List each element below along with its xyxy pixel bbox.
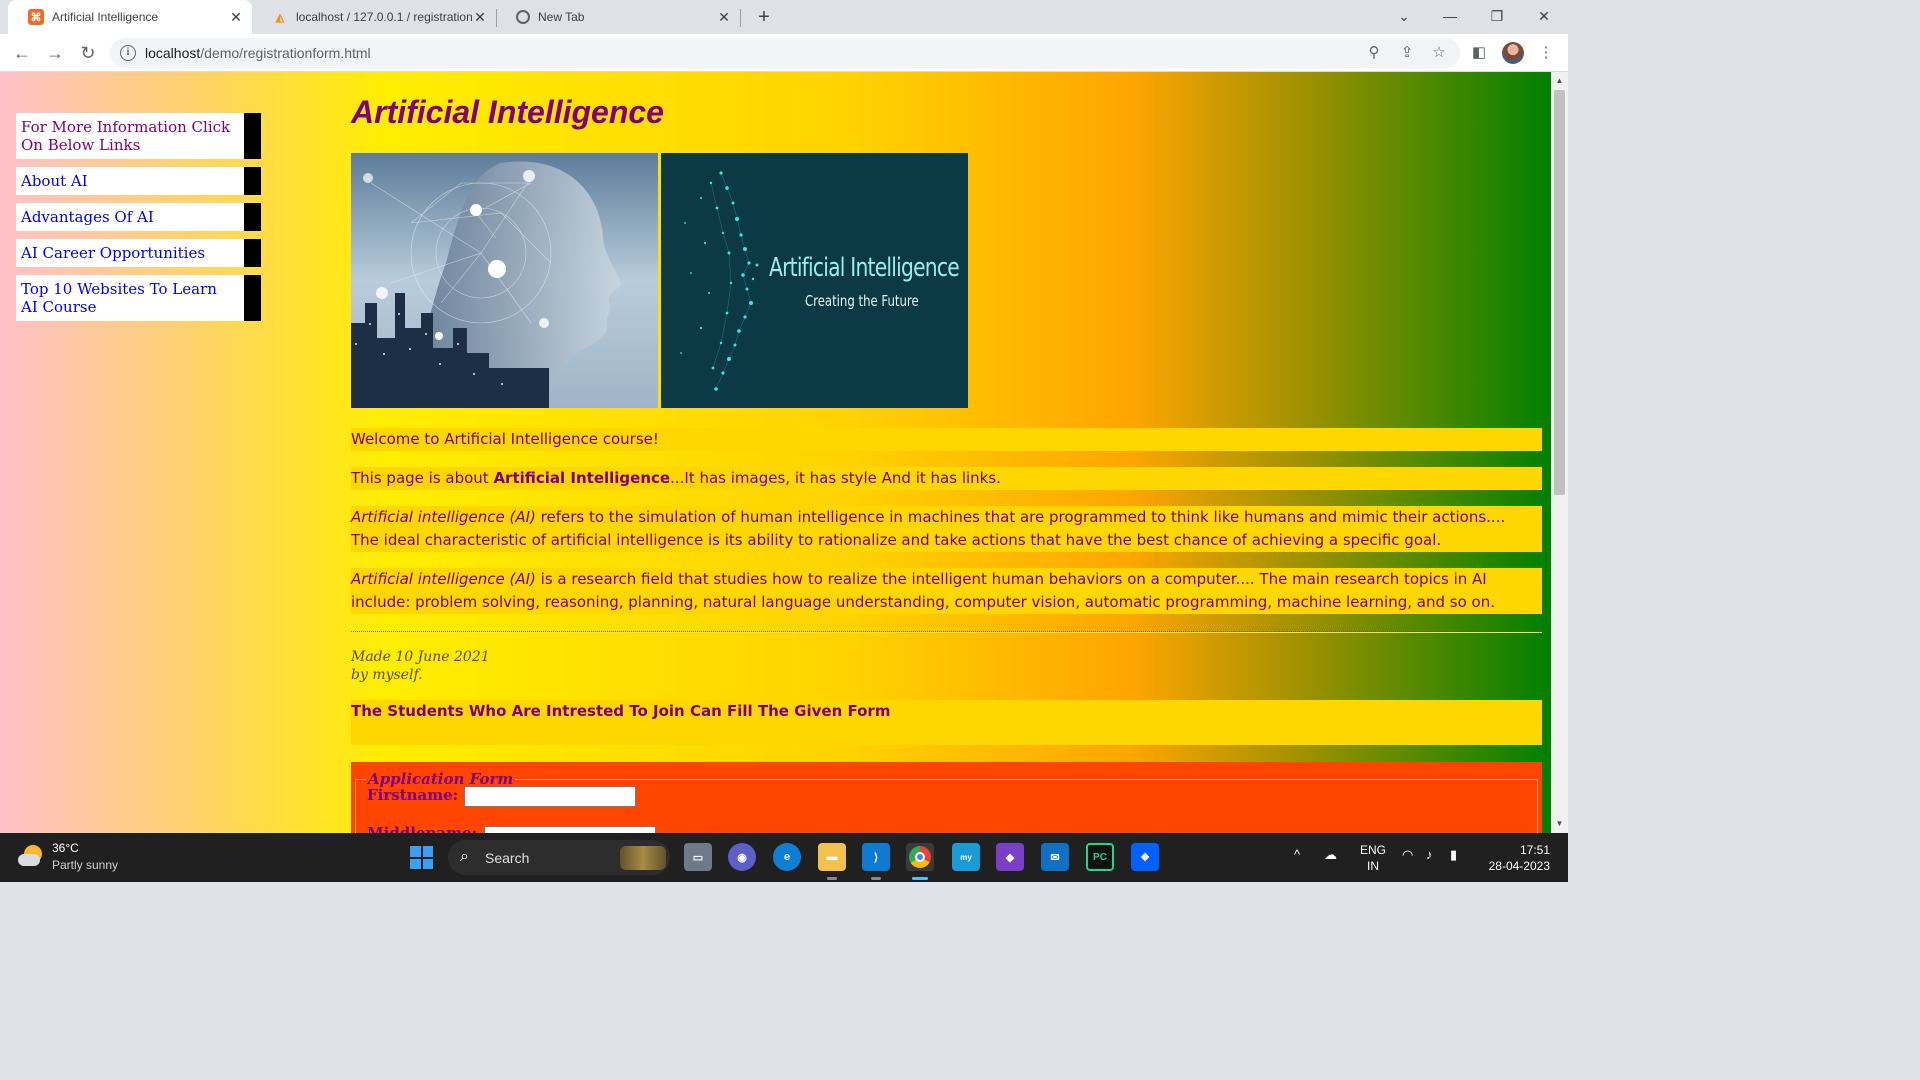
tab-separator bbox=[740, 9, 741, 27]
taskbar-search[interactable]: ⌕ Search bbox=[448, 840, 670, 875]
search-highlight-icon bbox=[620, 846, 666, 870]
intro-paragraph: This page is about Artificial Intelligen… bbox=[351, 467, 1542, 490]
mysql-workbench-icon[interactable]: my bbox=[952, 843, 980, 871]
sidebar-link-about-ai[interactable]: About AI bbox=[16, 167, 261, 195]
page-scrollbar[interactable]: ▲ ▼ bbox=[1551, 72, 1568, 833]
app-running-indicator bbox=[827, 877, 837, 880]
sidebar-link-advantages-of-ai[interactable]: Advantages Of AI bbox=[16, 203, 261, 231]
menu-kebab-icon[interactable]: ⋮ bbox=[1535, 42, 1557, 64]
volume-icon[interactable]: ♪ bbox=[1426, 847, 1433, 862]
close-tab-icon[interactable]: ✕ bbox=[228, 9, 244, 25]
definition-paragraph-1: Artificial intelligence (AI) refers to t… bbox=[351, 506, 1542, 552]
image-title-text: Artificial Intelligence bbox=[769, 253, 960, 283]
wifi-icon[interactable]: ◠ bbox=[1402, 847, 1413, 863]
edge-icon[interactable]: e bbox=[773, 843, 801, 871]
forward-icon[interactable]: → bbox=[43, 41, 67, 65]
dropbox-icon[interactable]: ❖ bbox=[1131, 843, 1159, 871]
search-icon: ⌕ bbox=[460, 848, 469, 865]
sidebar-heading: For More Information Click On Below Link… bbox=[16, 113, 261, 159]
reload-icon[interactable]: ↻ bbox=[76, 41, 100, 65]
image-subtitle-text: Creating the Future bbox=[805, 292, 919, 310]
bookmark-star-icon[interactable]: ☆ bbox=[1428, 42, 1450, 64]
close-tab-icon[interactable]: ✕ bbox=[716, 9, 732, 25]
tab-title: Artificial Intelligence bbox=[52, 10, 159, 24]
system-clock[interactable]: 17:51 28-04-2023 bbox=[1480, 842, 1550, 874]
form-heading: The Students Who Are Intrested To Join C… bbox=[351, 700, 1542, 745]
middlename-input[interactable] bbox=[484, 826, 656, 833]
close-tab-icon[interactable]: ✕ bbox=[472, 9, 488, 25]
horizontal-rule bbox=[351, 631, 1542, 633]
windows-taskbar: 36°C Partly sunny ⌕ Search ▭ ◉ e ▬ ⟩ my … bbox=[0, 833, 1568, 882]
made-by-text: Made 10 June 2021 by myself. bbox=[351, 649, 490, 683]
welcome-text: Welcome to Artificial Intelligence cours… bbox=[351, 428, 1542, 451]
pycharm-icon[interactable]: PC bbox=[1086, 843, 1114, 871]
back-icon[interactable]: ← bbox=[10, 41, 34, 65]
onedrive-cloud-icon[interactable]: ☁ bbox=[1324, 847, 1337, 863]
scroll-up-icon[interactable]: ▲ bbox=[1551, 74, 1568, 88]
ai-head-city-image bbox=[351, 153, 658, 408]
profile-avatar[interactable] bbox=[1502, 42, 1524, 64]
search-label: Search bbox=[485, 850, 530, 866]
browser-toolbar: ← → ↻ i localhost/demo/registrationform.… bbox=[0, 34, 1568, 72]
address-bar[interactable]: i localhost/demo/registrationform.html bbox=[110, 38, 1460, 68]
tab-strip: ⌘ Artificial Intelligence ✕ ◭ localhost … bbox=[0, 0, 1568, 34]
app-running-indicator bbox=[871, 877, 881, 880]
firstname-input[interactable] bbox=[464, 786, 636, 807]
tab-search-icon[interactable]: ⌄ bbox=[1390, 4, 1418, 28]
teams-chat-icon[interactable]: ◉ bbox=[728, 843, 756, 871]
chrome-icon bbox=[516, 10, 530, 24]
xampp-icon: ⌘ bbox=[28, 9, 44, 25]
weather-partly-sunny-icon[interactable] bbox=[18, 843, 44, 869]
minimize-icon[interactable]: — bbox=[1436, 4, 1464, 28]
tab-phpmyadmin[interactable]: ◭ localhost / 127.0.0.1 / registration ✕ bbox=[252, 0, 496, 34]
side-panel-icon[interactable]: ◧ bbox=[1468, 42, 1490, 64]
mail-icon[interactable]: ✉ bbox=[1041, 843, 1069, 871]
firstname-label: Firstname: bbox=[367, 786, 459, 804]
definition-paragraph-2: Artificial intelligence (AI) is a resear… bbox=[351, 568, 1542, 614]
task-view-icon[interactable]: ▭ bbox=[684, 843, 712, 871]
tab-artificial-intelligence[interactable]: ⌘ Artificial Intelligence ✕ bbox=[8, 0, 252, 34]
tab-title: localhost / 127.0.0.1 / registration bbox=[296, 10, 473, 24]
weather-condition[interactable]: Partly sunny bbox=[52, 858, 118, 872]
application-form: Application Form Firstname: Middlename: bbox=[351, 762, 1542, 833]
sidebar-link-ai-career-opportunities[interactable]: AI Career Opportunities bbox=[16, 239, 261, 267]
file-explorer-icon[interactable]: ▬ bbox=[818, 843, 846, 871]
show-hidden-icons[interactable]: ^ bbox=[1294, 847, 1300, 862]
new-tab-button[interactable]: + bbox=[752, 6, 776, 28]
scroll-down-icon[interactable]: ▼ bbox=[1551, 817, 1568, 831]
ai-creating-future-image: Artificial Intelligence Creating the Fut… bbox=[661, 153, 968, 408]
visual-studio-icon[interactable]: ◆ bbox=[996, 843, 1024, 871]
tab-title: New Tab bbox=[538, 10, 585, 24]
middlename-label: Middlename: bbox=[367, 824, 478, 833]
page-viewport: For More Information Click On Below Link… bbox=[0, 72, 1551, 833]
phpmyadmin-icon: ◭ bbox=[275, 11, 285, 24]
url-text: localhost/demo/registrationform.html bbox=[145, 45, 371, 61]
share-icon[interactable]: ⇪ bbox=[1396, 42, 1418, 64]
sidebar: For More Information Click On Below Link… bbox=[16, 113, 261, 329]
language-indicator[interactable]: ENG IN bbox=[1360, 842, 1386, 874]
location-icon[interactable]: ⚲ bbox=[1363, 42, 1385, 64]
battery-icon[interactable]: ▮ bbox=[1450, 847, 1457, 863]
vscode-icon[interactable]: ⟩ bbox=[862, 843, 890, 871]
intro-bold: Artificial Intelligence bbox=[493, 469, 671, 487]
window-close-icon[interactable]: ✕ bbox=[1530, 4, 1558, 28]
scroll-thumb[interactable] bbox=[1554, 90, 1565, 495]
chrome-taskbar-icon[interactable] bbox=[906, 843, 934, 871]
site-info-icon[interactable]: i bbox=[120, 45, 136, 61]
tab-new-tab[interactable]: New Tab ✕ bbox=[496, 0, 740, 34]
app-active-indicator bbox=[912, 877, 928, 880]
page-title: Artificial Intelligence bbox=[351, 94, 664, 130]
weather-temperature[interactable]: 36°C bbox=[52, 841, 79, 855]
sidebar-link-top-10-websites[interactable]: Top 10 Websites To Learn AI Course bbox=[16, 275, 261, 321]
windows-start-icon[interactable] bbox=[410, 846, 433, 869]
restore-icon[interactable]: ❐ bbox=[1483, 4, 1511, 28]
